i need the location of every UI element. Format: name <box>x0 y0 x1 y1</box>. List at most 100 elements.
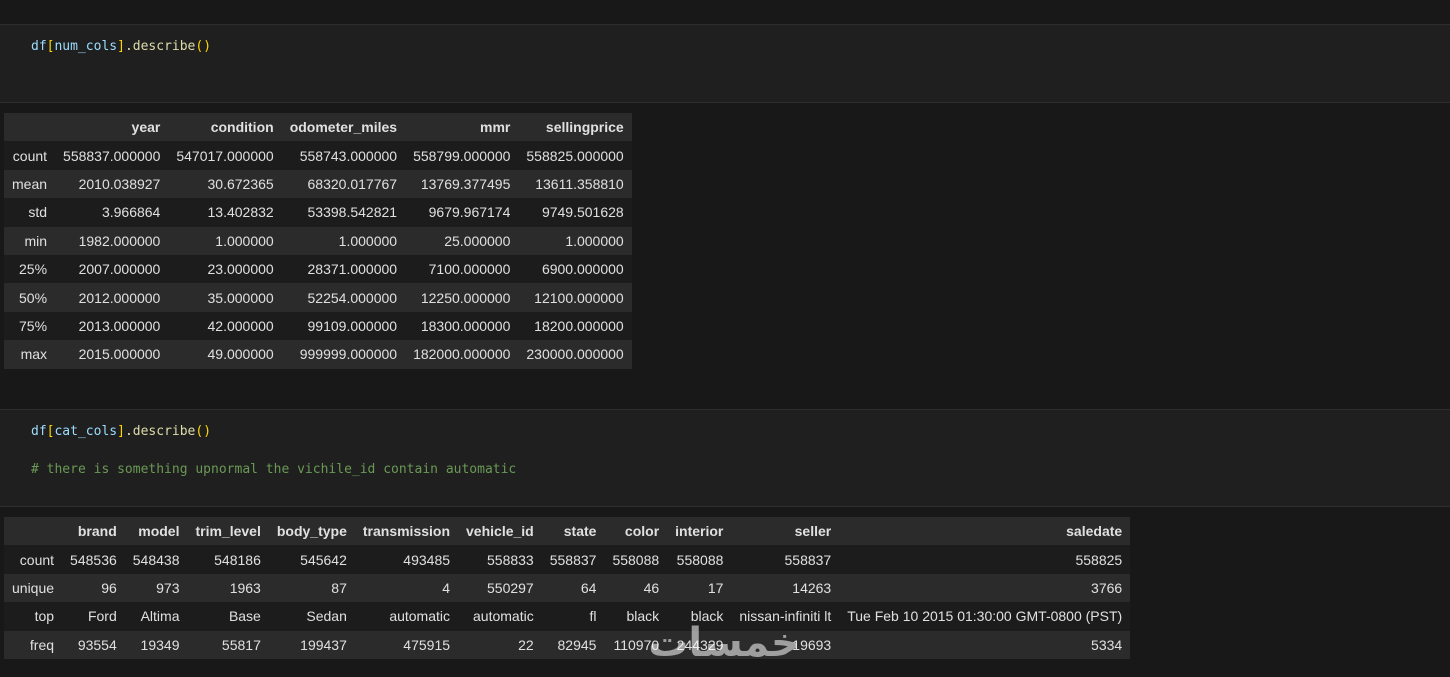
table-cell: 182000.000000 <box>413 346 511 363</box>
table-row: max 2015.000000 49.000000 999999.000000 1820… <box>4 340 632 369</box>
table-cell: Tue Feb 10 2015 01:30:00 GMT-0800 (PST) <box>847 608 1123 625</box>
row-label: 75% <box>19 317 48 334</box>
watermark-text: خمسات <box>648 620 800 666</box>
describe-table-categorical: brand model trim_level body_type transmissio… <box>4 517 1131 659</box>
table-cell: 87 <box>331 579 347 596</box>
table-cell: 548186 <box>214 551 261 568</box>
table-corner <box>4 113 55 141</box>
table-cell: 558088 <box>676 551 724 568</box>
row-label: count <box>19 551 55 568</box>
code-cell-1[interactable]: df[num_cols].describe() <box>0 25 1450 102</box>
code-token: .describe <box>124 424 196 439</box>
column-header: brand <box>77 523 117 540</box>
table-cell: automatic <box>389 608 451 625</box>
table-cell: 493485 <box>403 551 451 568</box>
table-cell: 23.000000 <box>207 261 274 278</box>
code-cell-2[interactable]: df[cat_cols].describe() # there is somet… <box>0 410 1450 506</box>
table-row: top Ford Altima Base Sedan automatic automatic… <box>4 602 1131 631</box>
table-cell: 28371.000000 <box>307 261 398 278</box>
table-cell: 7100.000000 <box>428 261 511 278</box>
code-token: ] <box>117 424 125 439</box>
code-token: cat_cols <box>54 424 118 439</box>
row-label: max <box>20 346 48 363</box>
table-cell: 548438 <box>132 551 180 568</box>
column-header: odometer_miles <box>289 119 398 136</box>
code-token: ) <box>203 39 212 54</box>
table-cell: 9679.967174 <box>428 204 511 221</box>
table-row: std 3.966864 13.402832 53398.542821 9679.967… <box>4 198 632 227</box>
table-cell: 2012.000000 <box>78 289 161 306</box>
table-cell: 96 <box>101 579 117 596</box>
table-cell: 2010.038927 <box>78 175 161 192</box>
table-row: freq 93554 19349 55817 199437 475915 22 82945 11… <box>4 630 1131 659</box>
table-row: count 548536 548438 548186 545642 493485 55883… <box>4 545 1131 574</box>
table-cell: 1963 <box>229 579 261 596</box>
row-label: freq <box>29 636 55 653</box>
table-corner <box>4 517 62 545</box>
column-header: color <box>624 523 660 540</box>
table-cell: 545642 <box>300 551 347 568</box>
table-cell: Altima <box>140 608 180 625</box>
table-cell: 55817 <box>221 636 261 653</box>
table-cell: 49.000000 <box>207 346 274 363</box>
table-cell: 9749.501628 <box>541 204 624 221</box>
table-row: unique 96 973 1963 87 4 550297 64 46 17 14263 3766 <box>4 573 1131 603</box>
table-cell: 13769.377495 <box>420 175 511 192</box>
column-header: transmission <box>362 523 451 540</box>
table-cell: 558825 <box>1075 551 1123 568</box>
column-header: saledate <box>1066 523 1123 540</box>
column-header: year <box>131 119 161 136</box>
table-cell: 99109.000000 <box>307 317 398 334</box>
table-cell: 2007.000000 <box>78 261 161 278</box>
table-cell: 558833 <box>487 551 534 568</box>
column-header: trim_level <box>195 523 261 540</box>
table-cell: 558743.000000 <box>299 147 398 164</box>
table-cell: 93554 <box>77 636 117 653</box>
table-cell: 68320.017767 <box>307 175 398 192</box>
table-cell: 3766 <box>1091 579 1123 596</box>
table-cell: 547017.000000 <box>176 147 274 164</box>
table-cell: fl <box>589 608 597 625</box>
code-token: num_cols <box>54 39 118 54</box>
row-label: min <box>24 232 48 249</box>
code-line[interactable]: df[cat_cols].describe() <box>31 424 211 440</box>
table-row: 75% 2013.000000 42.000000 99109.000000 18300… <box>4 311 632 341</box>
table-cell: 558825.000000 <box>526 147 624 164</box>
code-token: .describe <box>124 39 196 54</box>
column-header: vehicle_id <box>466 523 534 540</box>
table-cell: 12100.000000 <box>534 289 624 306</box>
table-header-row: year condition odometer_miles mmr sellingpri… <box>4 113 632 142</box>
table-cell: 5334 <box>1091 636 1123 653</box>
table-cell: 17 <box>707 579 724 596</box>
code-line[interactable]: df[num_cols].describe() <box>31 39 211 55</box>
table-cell: 4 <box>442 579 451 596</box>
table-cell: 1.000000 <box>215 232 274 249</box>
table-cell: automatic <box>473 608 534 625</box>
table-cell: 19349 <box>140 636 180 653</box>
table-cell: 558837.000000 <box>63 147 161 164</box>
table-cell: 46 <box>643 579 660 596</box>
table-cell: 12250.000000 <box>420 289 511 306</box>
table-cell: 64 <box>580 579 597 596</box>
table-cell: 2015.000000 <box>78 346 161 363</box>
table-cell: 558799.000000 <box>413 147 511 164</box>
describe-table-numeric: year condition odometer_miles mmr sellingpri… <box>4 113 632 369</box>
column-header: interior <box>675 523 724 540</box>
table-cell: 2013.000000 <box>78 317 161 334</box>
table-cell: 973 <box>156 579 180 596</box>
row-label: count <box>12 147 48 164</box>
column-header: body_type <box>276 523 347 540</box>
table-cell: 475915 <box>403 636 451 653</box>
table-cell: 550297 <box>487 579 534 596</box>
table-cell: 230000.000000 <box>526 346 624 363</box>
table-row: 50% 2012.000000 35.000000 52254.000000 12250… <box>4 283 632 312</box>
column-header: mmr <box>480 119 511 136</box>
table-cell: 199437 <box>300 636 347 653</box>
table-cell: 13611.358810 <box>535 175 624 192</box>
column-header: state <box>563 523 597 540</box>
table-cell: 1982.000000 <box>78 232 161 249</box>
code-comment[interactable]: # there is something upnormal the vichil… <box>31 462 516 478</box>
table-cell: Sedan <box>306 608 347 625</box>
table-cell: 35.000000 <box>207 289 274 306</box>
column-header: sellingprice <box>545 119 624 136</box>
